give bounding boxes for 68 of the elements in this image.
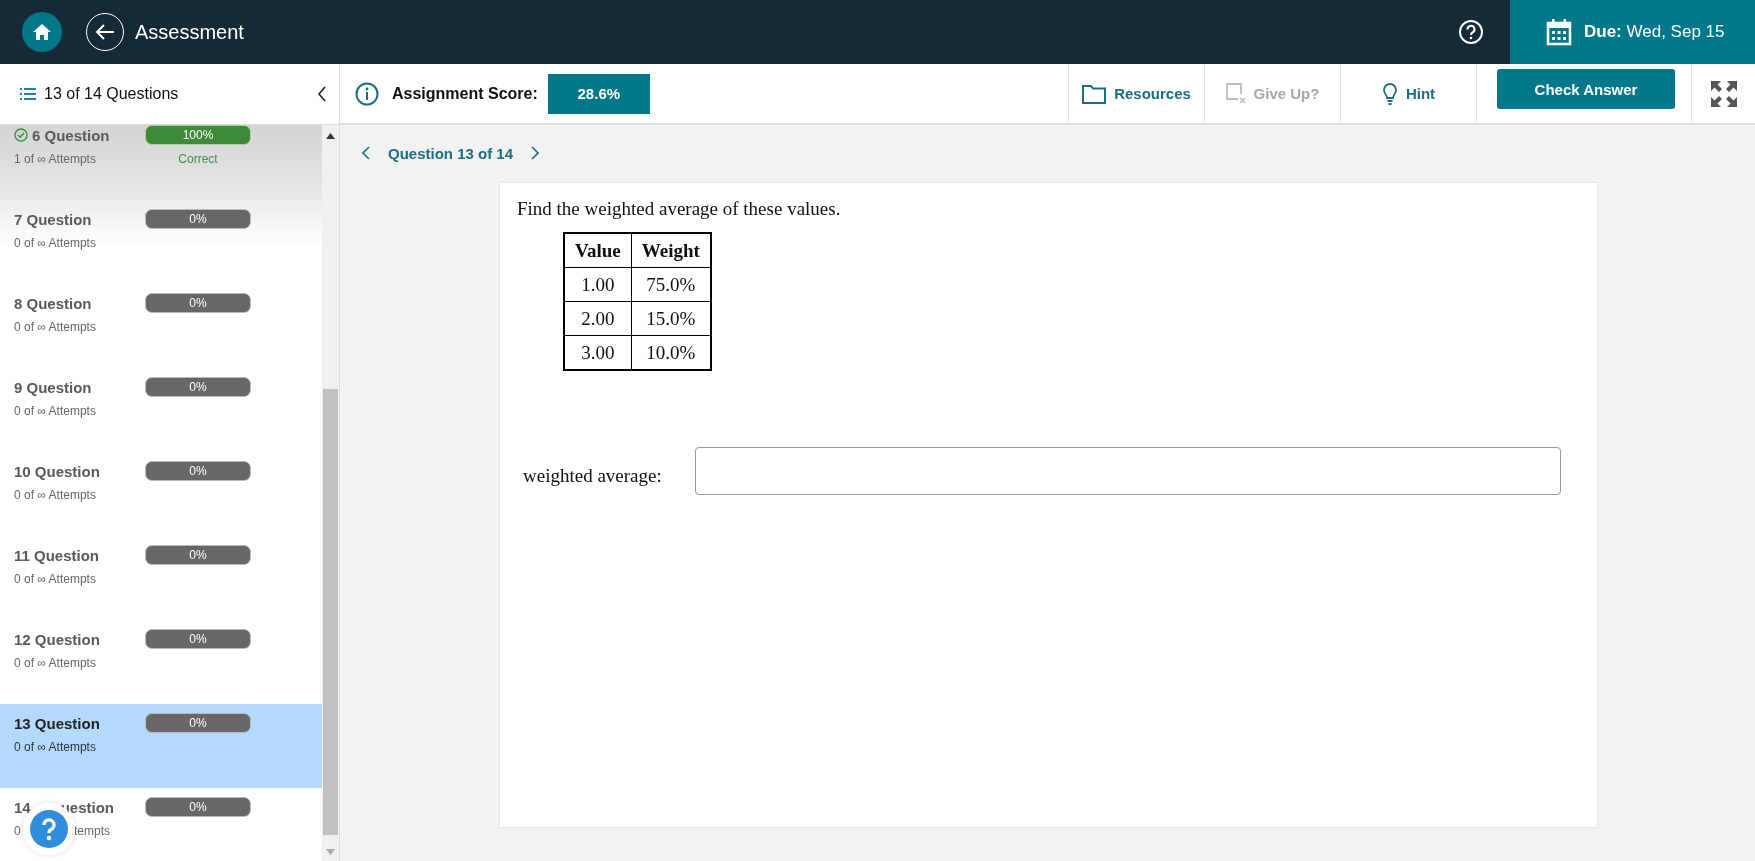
question-label: 6 Question <box>32 126 110 144</box>
chevron-left-icon <box>317 86 327 102</box>
score-pill: 0% <box>145 293 251 313</box>
question-label: uestion <box>60 798 115 816</box>
question-label: 14 <box>14 798 31 816</box>
table-cell: 1.00 <box>564 267 632 302</box>
attempts-text: 0 <box>14 824 21 838</box>
info-icon[interactable] <box>355 81 379 106</box>
attempts-text: 0 of ∞ Attempts <box>14 740 96 754</box>
question-row[interactable]: 13 Question 0% 0 of ∞ Attempts <box>0 704 322 788</box>
question-label: 12 Question <box>14 630 100 648</box>
question-row[interactable]: 8 Question 0% 0 of ∞ Attempts <box>0 284 322 368</box>
answer-field[interactable] <box>695 447 1561 495</box>
expand-icon <box>1709 79 1738 108</box>
score-pill: 0% <box>145 461 251 481</box>
attempts-text: 0 of ∞ Attempts <box>14 572 96 586</box>
attempts-text: 1 of ∞ Attempts <box>14 152 96 166</box>
score-label: Assignment Score: <box>392 84 538 103</box>
question-count-title: 13 of 14 Questions <box>44 85 180 103</box>
question-label: 8 Question <box>14 294 92 312</box>
help-icon <box>1458 19 1484 45</box>
list-icon <box>20 87 36 101</box>
status-text: Correct <box>177 152 219 166</box>
attempts-text: 0 of ∞ Attempts <box>14 656 96 670</box>
table-cell: 2.00 <box>564 301 632 336</box>
question-row[interactable]: 10 Question 0% 0 of ∞ Attempts <box>0 452 322 536</box>
scroll-up-icon[interactable] <box>326 133 335 139</box>
question-label: 11 Question <box>14 546 100 564</box>
chevron-right-icon <box>531 146 540 160</box>
help-button[interactable] <box>1458 19 1484 45</box>
question-label: 9 Question <box>14 378 92 396</box>
question-prompt: Find the weighted average of these values. <box>517 198 842 220</box>
answer-label: weighted average: <box>523 465 663 487</box>
question-row[interactable]: 12 Question 0% 0 of ∞ Attempts <box>0 620 322 704</box>
attempts-text: ttempts <box>70 824 111 838</box>
score-badge: 28.6% <box>547 73 650 114</box>
score-pill: 0% <box>145 629 251 649</box>
attempts-text: 0 of ∞ Attempts <box>14 236 96 250</box>
question-row[interactable]: 11 Question 0% 0 of ∞ Attempts <box>0 536 322 620</box>
attempts-text: 0 of ∞ Attempts <box>14 320 96 334</box>
question-label: 7 Question <box>14 210 92 228</box>
question-position: Question 13 of 14 <box>387 144 515 162</box>
column-header: Value <box>564 233 632 268</box>
home-button[interactable] <box>22 12 62 52</box>
home-icon <box>32 22 52 42</box>
scrollbar[interactable] <box>322 125 339 861</box>
score-pill: 0% <box>145 713 251 733</box>
question-row[interactable]: 14 uestion 0% 0 ttempts <box>0 788 322 861</box>
score-pill: 0% <box>145 209 251 229</box>
flag-box-icon <box>1225 82 1246 105</box>
due-date-text: Due: Wed, Sep 15 <box>1584 22 1725 42</box>
score-pill: 100% <box>145 125 251 145</box>
score-pill: 0% <box>145 797 251 817</box>
chevron-left-icon <box>362 146 370 160</box>
question-label: 13 Question <box>14 714 100 732</box>
folder-icon <box>1082 83 1107 104</box>
question-label: 10 Question <box>14 462 100 480</box>
score-pill: 0% <box>145 377 251 397</box>
question-row[interactable]: 6 Question 100% 1 of ∞ Attempts Correct <box>0 125 322 200</box>
check-answer-button[interactable]: Check Answer <box>1497 69 1675 109</box>
back-arrow-icon <box>94 23 116 41</box>
calendar-icon <box>1546 18 1572 46</box>
page-title: Assessment <box>135 20 244 44</box>
question-row[interactable]: 9 Question 0% 0 of ∞ Attempts <box>0 368 322 452</box>
lightbulb-icon <box>1381 82 1398 105</box>
attempts-text: 0 of ∞ Attempts <box>14 404 96 418</box>
score-pill: 0% <box>145 545 251 565</box>
attempts-text: 0 of ∞ Attempts <box>14 488 96 502</box>
